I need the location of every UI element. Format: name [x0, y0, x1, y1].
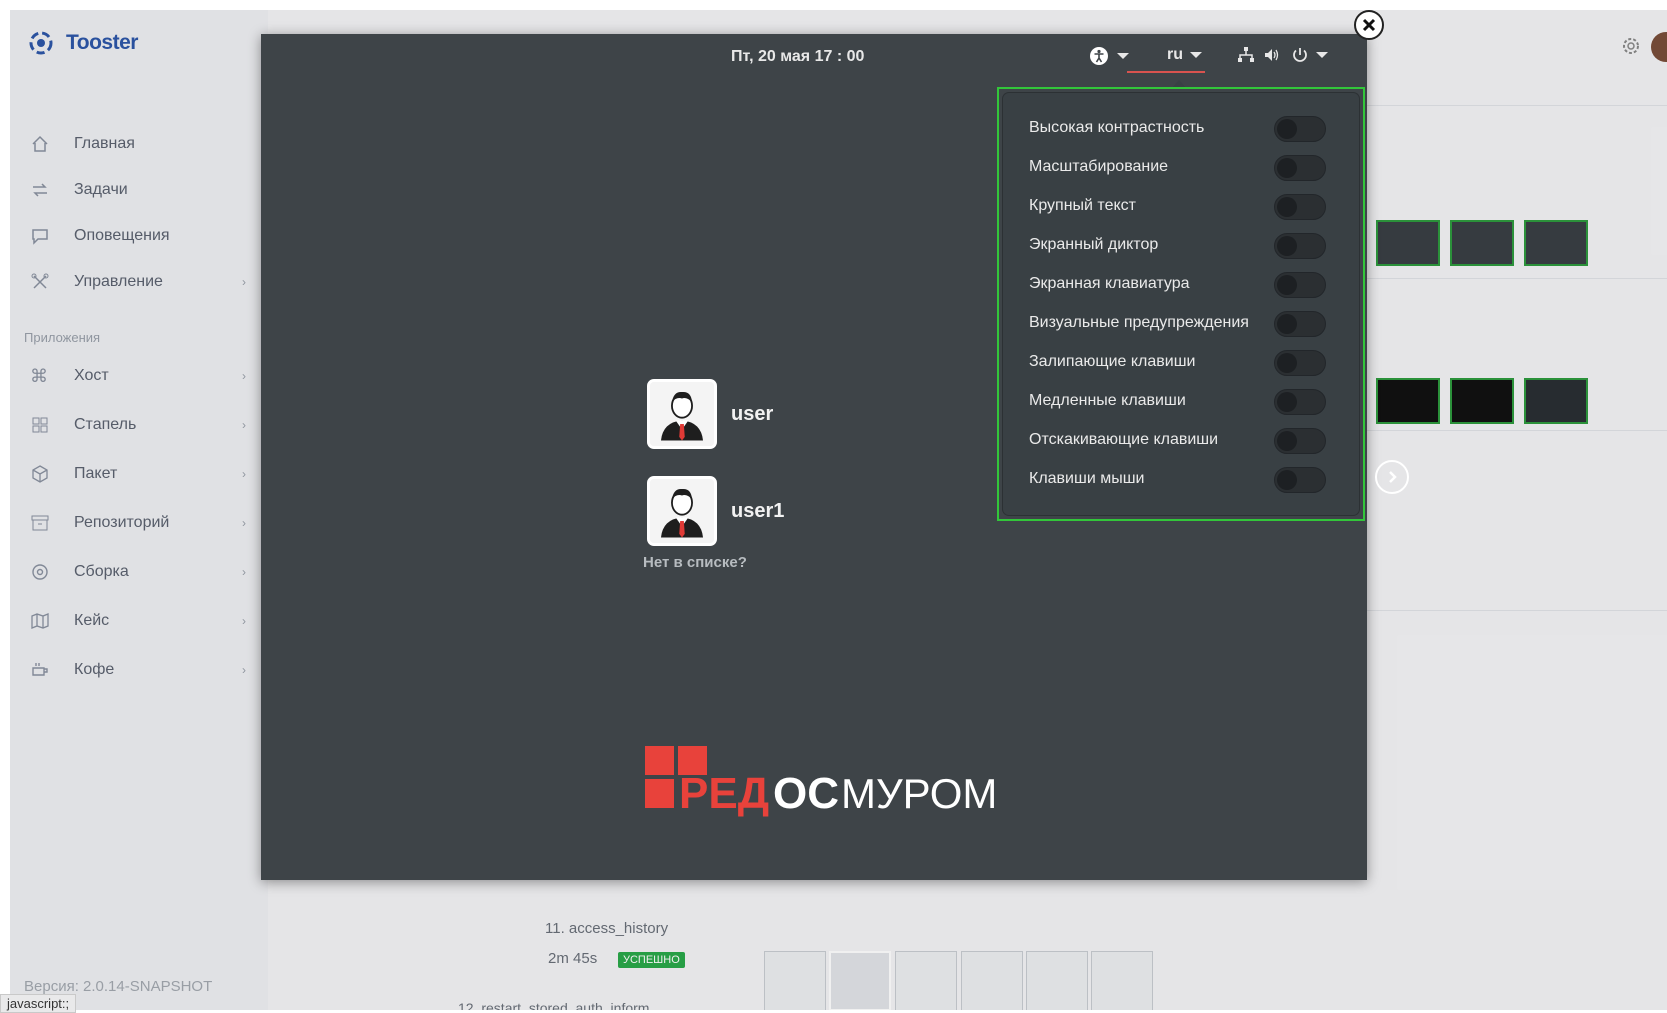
a11y-option-large-text[interactable]: Крупный текст	[1029, 189, 1349, 223]
option-label: Экранный диктор	[1029, 236, 1159, 253]
close-icon	[1362, 18, 1376, 32]
redos-logo: РЕД ОС МУРОМ	[645, 746, 997, 818]
toggle-knob	[1277, 431, 1297, 451]
active-indicator	[1127, 71, 1205, 73]
chevron-down-icon	[1190, 52, 1202, 58]
chevron-right-icon	[1389, 471, 1397, 483]
chevron-down-icon	[1316, 52, 1328, 58]
chevron-down-icon	[1117, 53, 1129, 59]
toggle-switch[interactable]	[1274, 116, 1326, 142]
tooster-app: Tooster Главная Задачи Оповещения Управл…	[10, 10, 1667, 1010]
toggle-switch[interactable]	[1274, 194, 1326, 220]
user-avatar-icon	[647, 476, 717, 546]
toggle-knob	[1277, 197, 1297, 217]
a11y-option-screen-keyboard[interactable]: Экранная клавиатура	[1029, 267, 1349, 301]
user-name: user	[731, 402, 774, 425]
brand-os: ОС	[773, 769, 839, 818]
toggle-switch[interactable]	[1274, 428, 1326, 454]
toggle-knob	[1277, 236, 1297, 256]
toggle-knob	[1277, 158, 1297, 178]
power-icon	[1293, 48, 1307, 62]
toggle-switch[interactable]	[1274, 389, 1326, 415]
a11y-option-screen-reader[interactable]: Экранный диктор	[1029, 228, 1349, 262]
option-label: Медленные клавиши	[1029, 392, 1186, 409]
browser-status-bar: javascript:;	[0, 994, 77, 1013]
toggle-knob	[1277, 275, 1297, 295]
option-label: Клавиши мыши	[1029, 470, 1145, 487]
next-screenshot-button[interactable]	[1375, 460, 1409, 494]
user-avatar-icon	[647, 379, 717, 449]
toggle-switch[interactable]	[1274, 467, 1326, 493]
a11y-option-slow-keys[interactable]: Медленные клавиши	[1029, 384, 1349, 418]
not-listed-link[interactable]: Нет в списке?	[643, 554, 747, 571]
clock: Пт, 20 мая 17 : 00	[731, 48, 865, 65]
toggle-switch[interactable]	[1274, 311, 1326, 337]
network-icon	[1238, 47, 1254, 62]
system-menu-button[interactable]	[1237, 46, 1329, 64]
a11y-option-high-contrast[interactable]: Высокая контрастность	[1029, 111, 1349, 145]
option-label: Залипающие клавиши	[1029, 353, 1196, 370]
toggle-switch[interactable]	[1274, 155, 1326, 181]
volume-icon	[1265, 49, 1279, 61]
option-label: Визуальные предупреждения	[1029, 314, 1249, 331]
option-label: Масштабирование	[1029, 158, 1169, 175]
toggle-knob	[1277, 353, 1297, 373]
accessibility-menu-button[interactable]	[1089, 46, 1130, 66]
a11y-option-zoom[interactable]: Масштабирование	[1029, 150, 1349, 184]
accessibility-icon	[1090, 47, 1108, 65]
user-name: user1	[731, 499, 785, 522]
language-label: ru	[1167, 46, 1183, 63]
a11y-option-bounce-keys[interactable]: Отскакивающие клавиши	[1029, 423, 1349, 457]
toggle-knob	[1277, 470, 1297, 490]
user-entry-user[interactable]: user	[647, 379, 773, 449]
option-label: Отскакивающие клавиши	[1029, 431, 1219, 448]
a11y-option-mouse-keys[interactable]: Клавиши мыши	[1029, 462, 1349, 496]
option-label: Крупный текст	[1029, 197, 1136, 214]
option-label: Экранная клавиатура	[1029, 275, 1190, 292]
toggle-knob	[1277, 314, 1297, 334]
user-entry-user1[interactable]: user1	[647, 476, 784, 546]
brand-murom: МУРОМ	[841, 770, 997, 817]
toggle-knob	[1277, 119, 1297, 139]
language-menu-button[interactable]: ru	[1167, 46, 1203, 64]
close-button[interactable]	[1354, 10, 1384, 40]
option-label: Высокая контрастность	[1029, 119, 1205, 136]
page-margin	[0, 0, 10, 1010]
toggle-switch[interactable]	[1274, 272, 1326, 298]
a11y-option-visual-alerts[interactable]: Визуальные предупреждения	[1029, 306, 1349, 340]
toggle-switch[interactable]	[1274, 233, 1326, 259]
toggle-switch[interactable]	[1274, 350, 1326, 376]
a11y-option-sticky-keys[interactable]: Залипающие клавиши	[1029, 345, 1349, 379]
brand-red: РЕД	[679, 769, 769, 818]
toggle-knob	[1277, 392, 1297, 412]
